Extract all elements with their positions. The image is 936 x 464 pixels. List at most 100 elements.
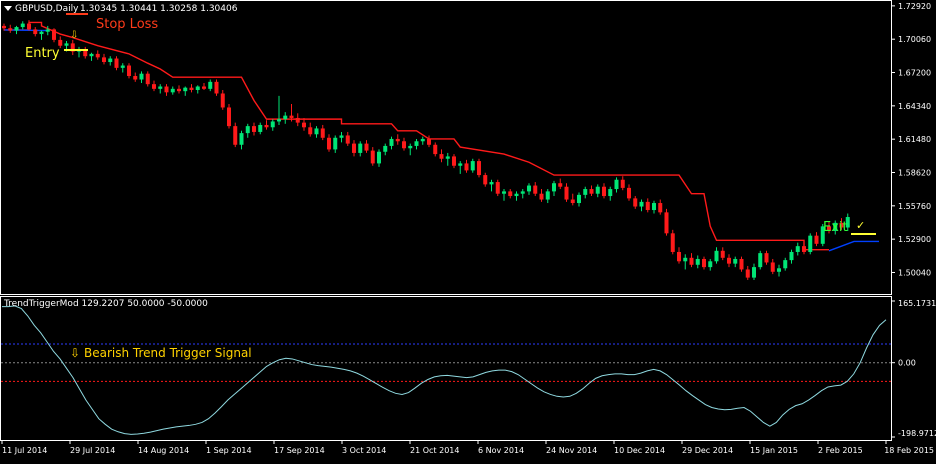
- candle-body: [645, 201, 650, 211]
- candle-body: [652, 203, 656, 211]
- candle-body: [458, 163, 463, 166]
- chart-canvas[interactable]: 1.72920 1.70060 1.67200 1.64340 1.61480 1.586…: [0, 0, 936, 460]
- candle-body: [127, 65, 131, 77]
- candle-body: [102, 57, 106, 63]
- x-tick-label: 18 Feb 2015: [884, 446, 934, 455]
- candle-body: [383, 145, 388, 152]
- candle-body: [408, 145, 413, 149]
- stop-line: [4, 21, 829, 251]
- candle-body: [239, 133, 244, 145]
- x-tick-label: 14 Aug 2014: [138, 446, 189, 455]
- candle-body: [445, 156, 450, 159]
- oscillator-layer: [1, 305, 891, 435]
- y-tick-label: 0.00: [898, 359, 916, 368]
- candle-body: [58, 39, 63, 46]
- candle-body: [302, 122, 306, 128]
- candle-body: [120, 65, 125, 68]
- entry-annotation: Entry: [25, 46, 60, 61]
- y-tick-label: 1.70060: [898, 35, 931, 44]
- candle-body: [739, 258, 744, 270]
- oscillator-line: [2, 305, 887, 435]
- candle-body: [133, 76, 138, 80]
- candle-body: [577, 194, 581, 204]
- candle-body: [114, 58, 119, 68]
- y-tick-label: -198.9712: [898, 429, 936, 438]
- candle-body: [414, 141, 419, 146]
- candle-body: [64, 43, 69, 46]
- candle-body: [164, 86, 169, 93]
- candle-body: [370, 150, 375, 164]
- candle-body: [452, 156, 456, 166]
- candle-body: [295, 117, 300, 123]
- candle-body: [464, 163, 469, 171]
- candle-body: [558, 183, 563, 187]
- candle-body: [433, 144, 438, 155]
- candle-body: [139, 73, 144, 80]
- y-tick-label: 1.64340: [898, 102, 931, 111]
- stop-loss-annotation: Stop Loss: [96, 17, 158, 32]
- candle-body: [177, 88, 181, 92]
- candle-body: [733, 258, 738, 264]
- candle-body: [158, 86, 163, 89]
- candle-body: [639, 201, 644, 207]
- candle-body: [189, 87, 194, 90]
- candle-body: [14, 27, 19, 31]
- symbol-label: GBPUSD,Daily: [15, 4, 79, 14]
- stop-loss-line-layer: [3, 21, 879, 252]
- candle-body: [289, 115, 294, 118]
- candle-body: [489, 182, 494, 185]
- candle-body: [677, 251, 681, 262]
- candle-body: [689, 257, 694, 265]
- y-tick-label: 1.61480: [898, 135, 931, 144]
- y-tick-label: 1.58620: [898, 169, 931, 178]
- candle-body: [320, 128, 325, 138]
- candle-body: [483, 175, 488, 185]
- x-tick-label: 29 Dec 2014: [682, 446, 733, 455]
- candle-body: [502, 191, 506, 194]
- candle-body: [495, 182, 500, 194]
- axis-layer: 1.72920 1.70060 1.67200 1.64340 1.61480 1.586…: [1, 2, 936, 455]
- candle-body: [402, 141, 406, 149]
- candle-body: [620, 179, 625, 188]
- candle-body: [570, 199, 575, 204]
- candle-body: [395, 138, 400, 142]
- main-chart-frame: [0, 0, 892, 295]
- candle-body: [345, 135, 350, 144]
- y-tick-label: 1.52900: [898, 235, 931, 244]
- candle-body: [683, 257, 688, 262]
- candle-body: [527, 185, 531, 192]
- candle-body: [2, 25, 6, 29]
- bearish-signal-annotation: Bearish Trend Trigger Signal: [84, 346, 252, 360]
- candle-body: [308, 127, 313, 135]
- candle-body: [170, 88, 175, 93]
- candle-body: [252, 126, 256, 132]
- candle-body: [583, 189, 588, 195]
- candle-body: [45, 29, 50, 32]
- candle-body: [108, 58, 113, 63]
- candle-body: [358, 143, 363, 153]
- candle-body: [595, 186, 600, 194]
- candle-body: [545, 191, 550, 200]
- candle-body: [183, 87, 188, 92]
- candle-body: [89, 53, 94, 57]
- candle-body: [377, 151, 381, 164]
- mt4-chart-window[interactable]: 1.72920 1.70060 1.67200 1.64340 1.61480 1.586…: [0, 0, 936, 460]
- candle-body: [714, 250, 719, 262]
- x-tick-label: 3 Oct 2014: [342, 446, 386, 455]
- candle-body: [245, 126, 250, 134]
- candle-body: [389, 138, 394, 146]
- y-tick-label: 1.55760: [898, 202, 931, 211]
- candle-body: [258, 124, 263, 132]
- candle-body: [745, 269, 750, 278]
- candle-body: [614, 179, 619, 190]
- candle-body: [764, 253, 769, 263]
- window-menu-triangle-icon[interactable]: [4, 6, 12, 11]
- x-tick-label: 6 Nov 2014: [478, 446, 524, 455]
- candle-body: [439, 154, 444, 159]
- ohlc-values: 1.30345 1.30441 1.30258 1.30406: [80, 4, 238, 14]
- candle-body: [564, 186, 569, 200]
- x-tick-label: 11 Jul 2014: [2, 446, 47, 455]
- candle-body: [770, 262, 775, 272]
- x-tick-label: 15 Jan 2015: [750, 446, 798, 455]
- candle-body: [795, 246, 800, 252]
